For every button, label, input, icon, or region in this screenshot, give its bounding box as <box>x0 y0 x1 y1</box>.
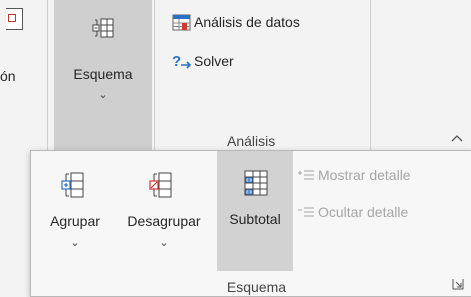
show-detail-label: Mostrar detalle <box>318 167 411 183</box>
hide-detail-button[interactable]: Ocultar detalle <box>297 202 408 222</box>
data-analysis-icon <box>172 14 192 32</box>
esquema-button-label: Esquema <box>73 66 133 82</box>
outline-icon <box>92 17 114 39</box>
ungroup-icon <box>149 171 173 199</box>
group-separator <box>47 0 48 150</box>
ungroup-button[interactable]: Desagrupar ⌄ <box>115 151 213 271</box>
group-icon <box>61 171 85 199</box>
chevron-down-icon: ⌄ <box>98 89 108 101</box>
subtotal-button-label: Subtotal <box>229 211 281 227</box>
partial-icon <box>6 8 23 30</box>
collapse-ribbon-icon[interactable] <box>451 134 463 142</box>
esquema-group-label: Esquema <box>226 279 287 295</box>
hide-detail-label: Ocultar detalle <box>318 204 409 220</box>
group-separator <box>154 0 155 150</box>
esquema-dropdown-panel: Agrupar ⌄ Desagrupar ⌄ Subtotal Mostrar … <box>30 150 471 297</box>
dialog-launcher-icon[interactable] <box>452 278 464 290</box>
solver-label: Solver <box>194 53 234 69</box>
group-button-label: Agrupar <box>50 213 100 229</box>
subtotal-icon <box>242 169 270 197</box>
group-button[interactable]: Agrupar ⌄ <box>39 151 111 271</box>
ribbon: ón Esquema ⌄ Análisis de datos ? Solver … <box>0 0 471 150</box>
esquema-button[interactable]: Esquema ⌄ <box>54 0 152 150</box>
chevron-down-icon: ⌄ <box>70 237 80 249</box>
subtotal-button[interactable]: Subtotal <box>217 151 293 271</box>
solver-icon: ? <box>172 53 192 71</box>
svg-text:?: ? <box>172 53 181 70</box>
show-detail-icon <box>297 169 315 183</box>
hide-detail-icon <box>297 206 315 220</box>
data-analysis-button[interactable]: Análisis de datos <box>172 12 300 32</box>
group-separator <box>370 0 371 150</box>
solver-button[interactable]: ? Solver <box>172 51 234 71</box>
ungroup-button-label: Desagrupar <box>127 213 201 229</box>
chevron-down-icon: ⌄ <box>159 237 169 249</box>
show-detail-button[interactable]: Mostrar detalle <box>297 165 411 185</box>
previous-group-fragment[interactable]: ón <box>0 0 47 150</box>
previous-group-label: ón <box>0 68 16 84</box>
data-analysis-label: Análisis de datos <box>194 14 300 30</box>
analysis-group-label: Análisis <box>227 133 276 149</box>
